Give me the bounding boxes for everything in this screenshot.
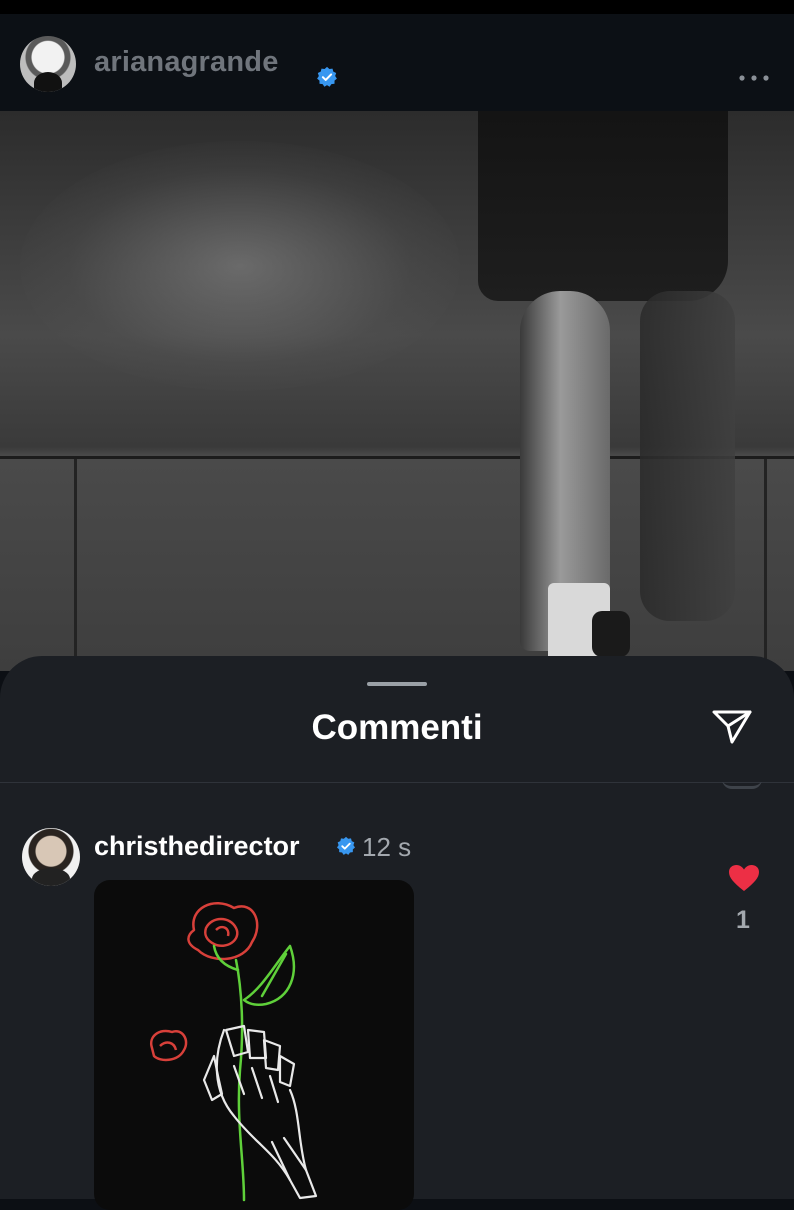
previous-comment-edge: [722, 782, 762, 790]
heart-filled-icon[interactable]: [728, 864, 760, 892]
send-icon[interactable]: [710, 706, 754, 746]
photo-figure-leg: [640, 291, 735, 621]
sheet-drag-handle[interactable]: [367, 682, 427, 686]
comments-sheet: Commenti christhedirector 12 s 1: [0, 656, 794, 1210]
status-bar-strip: [0, 0, 794, 14]
post-photo[interactable]: [0, 111, 794, 671]
verified-badge-icon: [317, 66, 337, 87]
comment-timestamp: 12 s: [362, 832, 412, 862]
comment-author-username[interactable]: christhedirector: [94, 831, 300, 862]
photo-wall-joint: [74, 459, 77, 671]
photo-figure-skirt: [478, 111, 728, 301]
photo-wall-joint: [764, 459, 767, 671]
comment-like-count: 1: [736, 906, 750, 934]
post-header: arianagrande: [0, 14, 794, 111]
photo-light-patch: [20, 141, 460, 391]
photo-figure-shoe: [592, 611, 630, 657]
sheet-divider: [0, 782, 794, 783]
comment-author-avatar[interactable]: [22, 828, 80, 886]
neon-rose-skeleton-hand-illustration: [149, 902, 318, 1202]
more-options-icon[interactable]: [736, 70, 772, 86]
verified-badge-icon: [337, 836, 355, 855]
post-author-username[interactable]: arianagrande: [94, 46, 279, 79]
comments-title: Commenti: [311, 708, 483, 747]
comment-gif[interactable]: [94, 880, 414, 1210]
post-author-avatar[interactable]: [20, 36, 76, 92]
